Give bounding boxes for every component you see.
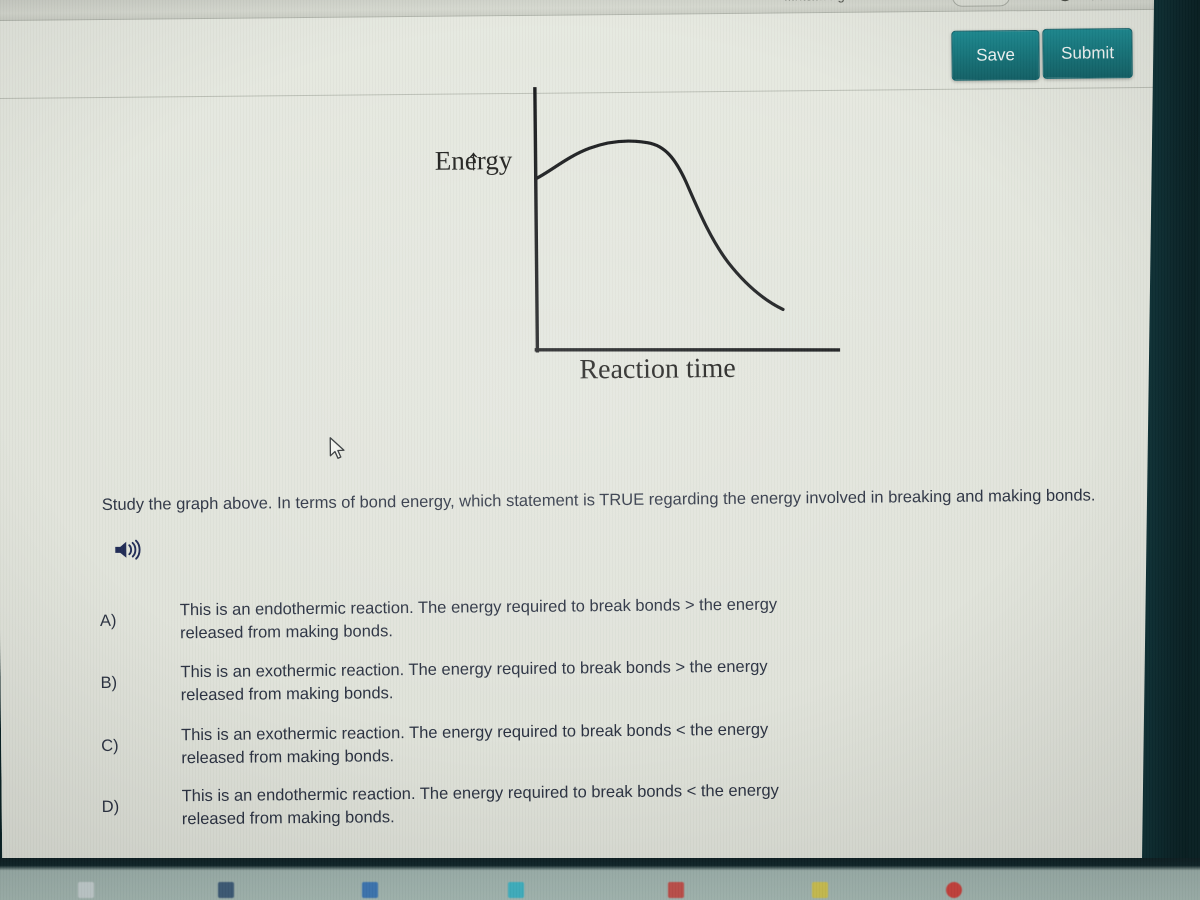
choice-letter: D): [101, 797, 120, 817]
choice-letter: C): [101, 736, 119, 756]
energy-diagram: ↑ Energy Reaction time: [375, 80, 878, 415]
star-icon[interactable]: [1086, 0, 1108, 5]
x-axis-label: Reaction time: [579, 352, 736, 386]
choice-letter: B): [100, 673, 118, 693]
taskbar-icon[interactable]: [78, 882, 94, 898]
taskbar-icon[interactable]: [508, 882, 524, 898]
mouse-cursor-icon: [328, 437, 348, 468]
taskbar[interactable]: [0, 874, 1200, 900]
taskbar-icon[interactable]: [812, 882, 828, 898]
screenshot-root: ...nt&assignmen 110% ⋯ ) Save Submit ↑ E…: [0, 0, 1200, 900]
taskbar-icon[interactable]: [668, 882, 684, 898]
taskbar-icon[interactable]: [218, 882, 234, 898]
speaker-icon[interactable]: [112, 538, 142, 562]
choice-letter: A): [99, 611, 117, 631]
taskbar-icon[interactable]: [946, 882, 962, 898]
choice-text: This is an exothermic reaction. The ener…: [180, 720, 769, 768]
submit-button[interactable]: Submit: [1042, 28, 1133, 79]
zoom-level-badge[interactable]: 110%: [951, 0, 1011, 7]
taskbar-icon[interactable]: [362, 882, 378, 898]
choice-text: This is an exothermic reaction. The ener…: [180, 657, 768, 705]
monitor-surface: ...nt&assignmen 110% ⋯ ) Save Submit ↑ E…: [0, 0, 1183, 882]
check-circle-icon[interactable]: [1054, 0, 1076, 5]
three-dots-icon[interactable]: ⋯: [1020, 0, 1042, 5]
save-button[interactable]: Save: [951, 29, 1040, 81]
choice-text: This is an endothermic reaction. The ene…: [179, 595, 778, 643]
choice-text: This is an endothermic reaction. The ene…: [181, 781, 779, 829]
